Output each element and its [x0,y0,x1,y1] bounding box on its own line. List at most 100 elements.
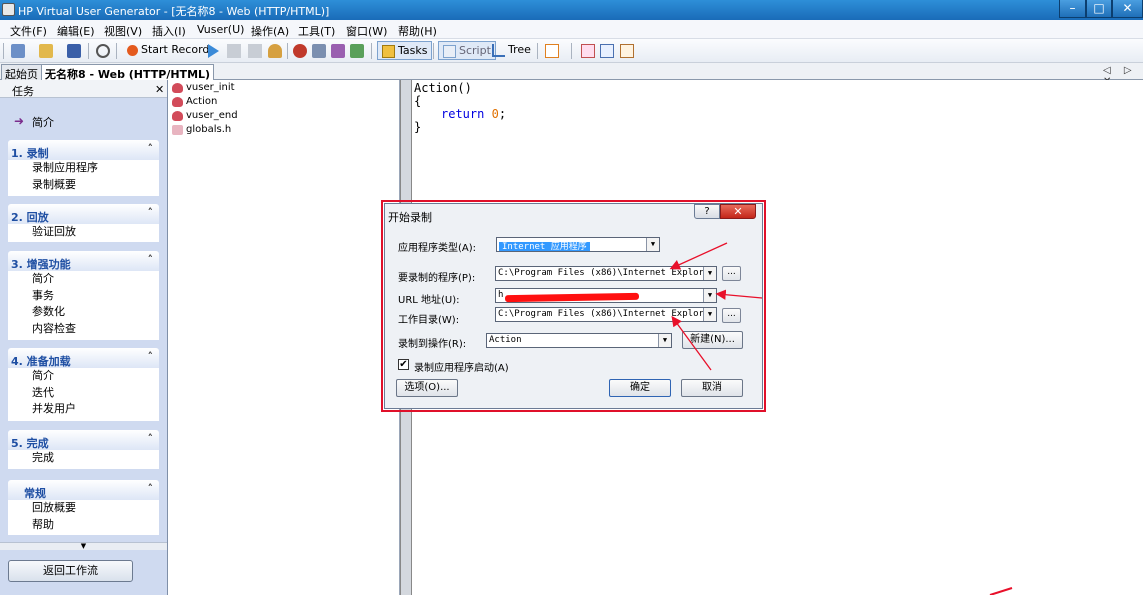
menu-actions[interactable]: 操作(A) [251,23,289,39]
task-transactions[interactable]: 事务 [8,288,159,305]
file-vuser-init[interactable]: vuser_init [172,82,235,96]
tasks-label: Tasks [398,44,428,57]
task-verify-replay[interactable]: 验证回放 [8,224,159,241]
help-button[interactable]: ? [694,204,720,219]
replay-log-icon[interactable] [581,44,595,58]
chevron-down-icon[interactable]: ▼ [703,308,716,321]
task-record-application[interactable]: 录制应用程序 [8,160,159,177]
menu-view[interactable]: 视图(V) [104,23,142,39]
section-finish-header[interactable]: 5. 完成 ˄ [8,430,159,450]
menu-window[interactable]: 窗口(W) [346,23,387,39]
record-into-select[interactable]: Action ▼ [486,333,672,348]
stop-icon[interactable] [227,44,241,58]
tasks-button[interactable]: Tasks [377,41,433,60]
cancel-button[interactable]: 取消 [681,379,743,397]
script-file-tree: vuser_init Action vuser_end globals.h [169,80,400,595]
section-enhance-header[interactable]: 3. 增强功能 ˄ [8,251,159,271]
new-action-button[interactable]: 新建(N)... [682,331,743,349]
menu-edit[interactable]: 编辑(E) [57,23,95,39]
chevron-down-icon[interactable]: ▼ [703,289,716,302]
run-icon[interactable] [208,44,219,58]
task-content-check[interactable]: 内容检查 [8,321,159,338]
new-script-icon[interactable] [11,44,25,58]
options-button[interactable]: 选项(O)... [396,379,458,397]
menu-insert[interactable]: 插入(I) [152,23,186,39]
task-record-summary[interactable]: 录制概要 [8,177,159,194]
minimize-button[interactable]: – [1059,0,1086,18]
task-intro[interactable]: ➜ 简介 [0,98,167,140]
tasks-icon [382,45,395,58]
chevron-down-icon[interactable]: ▼ [658,334,671,347]
menu-help[interactable]: 帮助(H) [398,23,437,39]
workdir-value: C:\Program Files (x86)\Internet Explorer [498,309,715,319]
section-title: 常规 [24,487,46,500]
tab-start-page[interactable]: 起始页 [1,64,42,81]
menu-vuser[interactable]: Vuser(U) [197,23,244,36]
toolbar-separator [571,43,572,59]
url-label: URL 地址(U): [398,295,460,306]
open-folder-icon[interactable] [39,44,53,58]
section-general-header[interactable]: 常规 ˄ [8,480,159,500]
chevron-up-icon[interactable]: ˄ [148,432,154,445]
record-into-label: 录制到操作(R): [398,339,467,350]
start-recording-dialog: 开始录制 ? ✕ 应用程序类型(A): Internet 应用程序 ▼ 要录制的… [384,203,763,409]
toolbar-separator [537,43,538,59]
chevron-down-icon[interactable]: ▼ [703,267,716,280]
close-icon[interactable]: ✕ [155,83,164,96]
code-line-return: return 0; [441,107,506,121]
recording-options-icon[interactable] [620,44,634,58]
step-icon[interactable] [268,44,282,58]
app-type-value: Internet 应用程序 [499,242,590,251]
output-window-icon[interactable] [545,44,559,58]
menu-file[interactable]: 文件(F) [10,23,47,39]
save-icon[interactable] [67,44,81,58]
chevron-up-icon[interactable]: ˄ [148,482,154,495]
ok-button[interactable]: 确定 [609,379,671,397]
browse-program-button[interactable]: ... [722,266,741,281]
workdir-select[interactable]: C:\Program Files (x86)\Internet Explorer… [495,307,717,322]
task-iterations[interactable]: 迭代 [8,385,159,402]
maximize-button[interactable]: □ [1086,0,1112,18]
tab-script[interactable]: 无名称8 - Web (HTTP/HTML) [41,64,215,81]
task-finish[interactable]: 完成 [8,450,159,467]
task-load-intro[interactable]: 简介 [8,368,159,385]
file-globals-h[interactable]: globals.h [172,124,231,138]
runtime-settings-icon[interactable] [600,44,614,58]
file-vuser-end[interactable]: vuser_end [172,110,238,124]
pane-scroll-down[interactable]: ▼ [0,542,167,550]
section-title: 2. 回放 [11,211,49,224]
back-to-workflow-button[interactable]: 返回工作流 [8,560,133,582]
task-replay-summary[interactable]: 回放概要 [8,500,159,517]
section-replay-header[interactable]: 2. 回放 ˄ [8,204,159,224]
chevron-up-icon[interactable]: ˄ [148,142,154,155]
tree-view-button[interactable]: Tree [488,41,535,60]
task-parameterize[interactable]: 参数化 [8,304,159,321]
task-help[interactable]: 帮助 [8,517,159,534]
chevron-up-icon[interactable]: ˄ [148,350,154,363]
task-enhance-intro[interactable]: 简介 [8,271,159,288]
record-startup-checkbox[interactable]: ✔ [398,359,409,370]
rendezvous-icon[interactable] [350,44,364,58]
breakpoint-icon[interactable] [293,44,307,58]
app-icon [2,3,15,16]
section-record-header[interactable]: 1. 录制 ˄ [8,140,159,160]
start-record-button[interactable]: Start Record [124,41,213,60]
program-select[interactable]: C:\Program Files (x86)\Internet Explorer… [495,266,717,281]
insert-step-icon[interactable] [312,44,326,58]
find-icon[interactable] [96,44,110,58]
section-prepare-load-header[interactable]: 4. 准备加载 ˄ [8,348,159,368]
dialog-close-button[interactable]: ✕ [720,204,756,219]
transaction-icon[interactable] [331,44,345,58]
browse-workdir-button[interactable]: ... [722,308,741,323]
task-pane: 任务 ✕ ➜ 简介 1. 录制 ˄ 录制应用程序 录制概要 2. 回放 ˄ 验证回放… [0,80,168,595]
close-window-button[interactable]: ✕ [1112,0,1143,18]
app-type-select[interactable]: Internet 应用程序 ▼ [496,237,660,252]
task-concurrent-users[interactable]: 并发用户 [8,401,159,418]
chevron-up-icon[interactable]: ˄ [148,206,154,219]
menu-bar: 文件(F) 编辑(E) 视图(V) 插入(I) Vuser(U) 操作(A) 工… [0,20,1143,39]
chevron-down-icon[interactable]: ▼ [646,238,659,251]
pause-icon[interactable] [248,44,262,58]
menu-tools[interactable]: 工具(T) [298,23,335,39]
chevron-up-icon[interactable]: ˄ [148,253,154,266]
file-action[interactable]: Action [172,96,217,110]
